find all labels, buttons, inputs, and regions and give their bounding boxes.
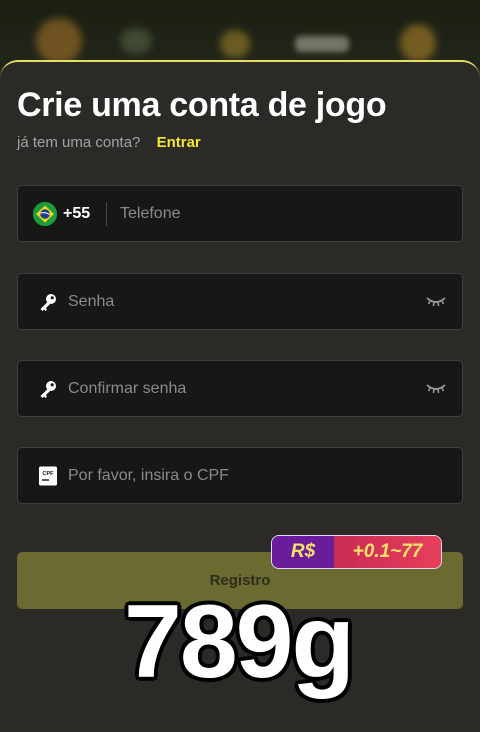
login-question: já tem uma conta?: [17, 134, 141, 151]
banner-game-icon: [36, 18, 82, 64]
phone-placeholder: Telefone: [120, 205, 181, 222]
register-modal: Crie uma conta de jogo já tem uma conta?…: [0, 60, 480, 732]
eye-closed-icon[interactable]: [426, 296, 446, 308]
key-icon: [40, 381, 56, 398]
banner-game-icon: [220, 30, 250, 58]
bonus-badge: R$ +0.1~77: [271, 535, 442, 569]
banner-game-icon: [400, 24, 436, 62]
login-link[interactable]: Entrar: [157, 134, 201, 151]
password-placeholder: Senha: [68, 293, 115, 310]
cpf-field[interactable]: CPF Por favor, insira o CPF: [17, 447, 463, 504]
phone-field[interactable]: +55 Telefone: [17, 185, 463, 242]
country-code[interactable]: +55: [63, 205, 90, 223]
svg-text:CPF: CPF: [42, 471, 54, 477]
key-icon: [40, 294, 56, 311]
password-field[interactable]: Senha: [17, 273, 463, 330]
brazil-flag-icon: [33, 202, 57, 226]
cpf-placeholder: Por favor, insira o CPF: [68, 467, 229, 484]
brand-overlay-text: 789g: [124, 584, 355, 700]
bonus-currency: R$: [272, 536, 334, 568]
eye-closed-icon[interactable]: [426, 383, 446, 395]
page-title: Crie uma conta de jogo: [17, 86, 387, 124]
divider: [106, 202, 107, 226]
cpf-card-icon: CPF: [39, 466, 57, 486]
bonus-amount: +0.1~77: [334, 536, 441, 568]
banner-game-icon: [120, 28, 152, 54]
confirm-password-placeholder: Confirmar senha: [68, 380, 187, 397]
banner-game-icon: [295, 36, 349, 52]
login-prompt: já tem uma conta? Entrar: [17, 134, 201, 151]
confirm-password-field[interactable]: Confirmar senha: [17, 360, 463, 417]
